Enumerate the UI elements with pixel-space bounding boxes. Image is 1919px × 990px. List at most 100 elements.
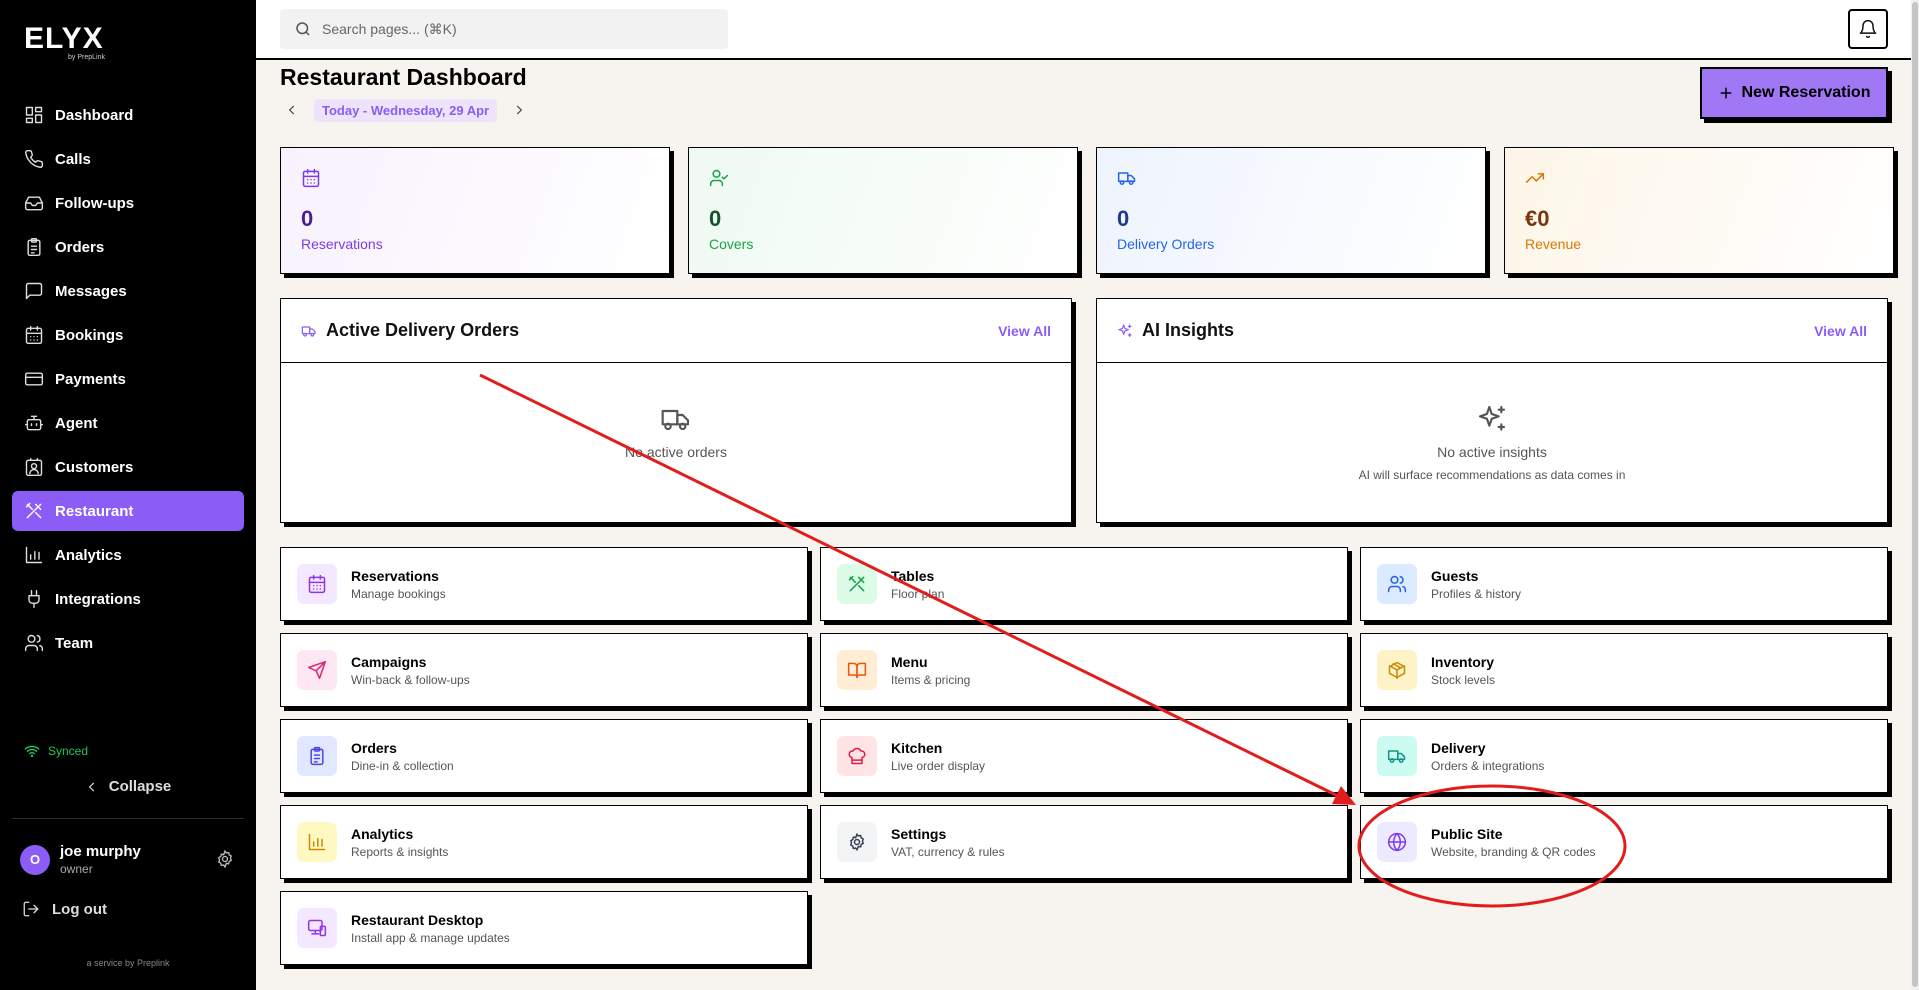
- tile-analytics[interactable]: Analytics Reports & insights: [280, 805, 808, 879]
- sidebar-item-customers[interactable]: Customers: [12, 447, 244, 487]
- sidebar-item-messages[interactable]: Messages: [12, 271, 244, 311]
- sparkles-icon: [1478, 405, 1506, 431]
- sidebar-item-restaurant[interactable]: Restaurant: [12, 491, 244, 531]
- tile-subtitle: VAT, currency & rules: [891, 844, 1005, 859]
- sidebar-item-orders[interactable]: Orders: [12, 227, 244, 267]
- view-all-delivery-link[interactable]: View All: [998, 323, 1051, 339]
- tile-title: Delivery: [1431, 739, 1486, 756]
- panel-header: Active Delivery Orders View All: [281, 299, 1071, 363]
- tile-title: Orders: [351, 739, 397, 756]
- stat-label: Covers: [709, 236, 754, 252]
- tile-settings[interactable]: Settings VAT, currency & rules: [820, 805, 1348, 879]
- next-day-button[interactable]: [507, 98, 531, 122]
- sidebar-item-dashboard[interactable]: Dashboard: [12, 95, 244, 135]
- tile-campaigns[interactable]: Campaigns Win-back & follow-ups: [280, 633, 808, 707]
- sidebar-item-label: Payments: [55, 370, 126, 388]
- scrollbar-thumb[interactable]: [1912, 2, 1918, 987]
- bar-chart-icon: [308, 833, 326, 851]
- notifications-button[interactable]: [1848, 9, 1888, 49]
- tile-subtitle: Profiles & history: [1431, 586, 1522, 601]
- gear-icon[interactable]: [215, 849, 235, 869]
- user-profile[interactable]: O joe murphy owner: [20, 843, 141, 876]
- top-bar: [256, 0, 1911, 60]
- new-reservation-label: New Reservation: [1741, 84, 1871, 101]
- tile-icon-badge: [297, 822, 337, 862]
- synced-label: Synced: [48, 744, 89, 758]
- collapse-button[interactable]: Collapse: [0, 778, 256, 795]
- tile-subtitle: Website, branding & QR codes: [1431, 844, 1596, 859]
- tile-icon-badge: [1377, 650, 1417, 690]
- panel-header: AI Insights View All: [1097, 299, 1887, 363]
- bar-chart-icon: [25, 546, 43, 564]
- bot-icon: [24, 415, 44, 431]
- tile-orders[interactable]: Orders Dine-in & collection: [280, 719, 808, 793]
- sidebar-item-bookings[interactable]: Bookings: [12, 315, 244, 355]
- tile-icon-badge: [297, 650, 337, 690]
- current-date[interactable]: Today - Wednesday, 29 Apr: [314, 98, 498, 122]
- sidebar-item-label: Agent: [55, 414, 98, 432]
- active-delivery-orders-panel: Active Delivery Orders View All No activ…: [280, 298, 1072, 523]
- tile-title: Campaigns: [351, 653, 427, 670]
- tile-icon-badge: [1377, 736, 1417, 776]
- calendar-icon: [308, 574, 326, 594]
- sidebar-item-follow-ups[interactable]: Follow-ups: [12, 183, 244, 223]
- date-navigator: Today - Wednesday, 29 Apr: [280, 98, 531, 122]
- tile-icon-badge: [297, 564, 337, 604]
- logout-button[interactable]: Log out: [22, 900, 107, 918]
- sidebar-item-payments[interactable]: Payments: [12, 359, 244, 399]
- tile-inventory[interactable]: Inventory Stock levels: [1360, 633, 1888, 707]
- search-icon: [296, 22, 310, 36]
- sidebar-item-integrations[interactable]: Integrations: [12, 579, 244, 619]
- message-icon: [25, 282, 43, 300]
- sidebar-item-analytics[interactable]: Analytics: [12, 535, 244, 575]
- avatar: O: [20, 844, 50, 875]
- send-icon: [307, 660, 327, 680]
- stat-card-reservations: 0 Reservations: [280, 147, 670, 274]
- gear-icon: [850, 833, 864, 851]
- search-input[interactable]: [322, 21, 702, 37]
- tile-title: Restaurant Desktop: [351, 911, 484, 928]
- truck-icon: [1387, 750, 1406, 763]
- dashboard-icon: [25, 106, 43, 124]
- chef-hat-icon: [848, 747, 866, 765]
- tile-title: Settings: [891, 825, 947, 842]
- sidebar-item-agent[interactable]: Agent: [12, 403, 244, 443]
- tile-subtitle: Items & pricing: [891, 672, 971, 687]
- tile-subtitle: Live order display: [891, 758, 986, 773]
- user-name: joe murphy: [60, 843, 141, 860]
- panel-title: Active Delivery Orders: [326, 320, 520, 340]
- truck-icon: [301, 325, 316, 337]
- tile-kitchen[interactable]: Kitchen Live order display: [820, 719, 1348, 793]
- tile-public-site[interactable]: Public Site Website, branding & QR codes: [1360, 805, 1888, 879]
- tile-guests[interactable]: Guests Profiles & history: [1360, 547, 1888, 621]
- chevron-left-icon: [88, 782, 94, 791]
- tile-subtitle: Floor plan: [891, 586, 945, 601]
- stat-card-covers: 0 Covers: [688, 147, 1078, 274]
- tile-subtitle: Manage bookings: [351, 586, 446, 601]
- inbox-icon: [24, 196, 44, 211]
- trending-up-icon: [1525, 173, 1545, 183]
- service-footer: a service by Preplink: [86, 958, 170, 968]
- wifi-icon: [24, 745, 40, 758]
- sidebar-item-calls[interactable]: Calls: [12, 139, 244, 179]
- empty-state: No active insights AI will surface recom…: [1097, 363, 1887, 482]
- panel-title: AI Insights: [1142, 320, 1235, 340]
- clipboard-icon: [27, 237, 41, 257]
- logout-icon: [23, 901, 39, 917]
- elyx-logo[interactable]: ELYX by PrepLink: [24, 22, 114, 62]
- tile-restaurant-desktop[interactable]: Restaurant Desktop Install app & manage u…: [280, 891, 808, 965]
- previous-day-button[interactable]: [280, 98, 304, 122]
- sidebar-item-label: Calls: [55, 150, 91, 168]
- sidebar-item-label: Messages: [55, 282, 127, 300]
- tile-reservations[interactable]: Reservations Manage bookings: [280, 547, 808, 621]
- search-box[interactable]: [280, 9, 728, 49]
- new-reservation-button[interactable]: New Reservation: [1700, 67, 1888, 119]
- sidebar-item-team[interactable]: Team: [12, 623, 244, 663]
- tile-delivery[interactable]: Delivery Orders & integrations: [1360, 719, 1888, 793]
- view-all-insights-link[interactable]: View All: [1814, 323, 1867, 339]
- tile-menu[interactable]: Menu Items & pricing: [820, 633, 1348, 707]
- tile-subtitle: Orders & integrations: [1431, 758, 1545, 773]
- tile-tables[interactable]: Tables Floor plan: [820, 547, 1348, 621]
- calendar-icon: [302, 168, 320, 188]
- tile-subtitle: Reports & insights: [351, 844, 449, 859]
